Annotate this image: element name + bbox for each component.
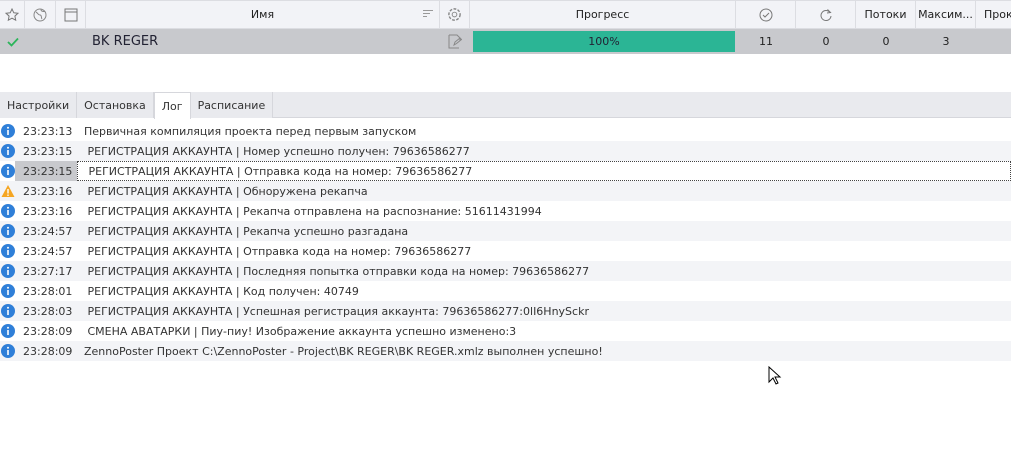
col-extra-label: Прок: [984, 8, 1011, 21]
col-threads-label: Потоки: [864, 8, 907, 21]
progress-label: 100%: [588, 35, 620, 48]
tab-stop[interactable]: Остановка: [77, 92, 154, 118]
star-icon: [5, 7, 19, 21]
check-circle-icon: [759, 8, 772, 21]
log-message: РЕГИСТРАЦИЯ АККАУНТА | Рекапча отправлен…: [84, 204, 542, 218]
log-message: РЕГИСТРАЦИЯ АККАУНТА | Успешная регистра…: [84, 304, 589, 318]
info-icon: [1, 164, 15, 178]
warning-icon: [1, 185, 15, 197]
col-max[interactable]: Максим...: [916, 1, 976, 28]
log-message: РЕГИСТРАЦИЯ АККАУНТА | Отправка кода на …: [77, 161, 1011, 181]
info-icon: [1, 304, 15, 318]
info-icon: [1, 244, 15, 258]
info-icon: [1, 204, 15, 218]
log-entry[interactable]: 23:23:13 Первичная компиляция проекта пер…: [0, 121, 1011, 141]
col-success[interactable]: [736, 1, 796, 28]
log-message: РЕГИСТРАЦИЯ АККАУНТА | Обноружена рекапч…: [84, 184, 368, 198]
mouse-cursor-icon: [768, 366, 782, 385]
info-icon: [1, 284, 15, 298]
retries-count: 0: [822, 35, 830, 48]
log-entry[interactable]: 23:27:17 РЕГИСТРАЦИЯ АККАУНТА | Последня…: [0, 261, 1011, 281]
log-message: РЕГИСТРАЦИЯ АККАУНТА | Код получен: 4074…: [84, 284, 359, 298]
tab-settings[interactable]: Настройки: [0, 92, 78, 118]
log-entry[interactable]: 23:23:16 РЕГИСТРАЦИЯ АККАУНТА | Рекапча …: [0, 201, 1011, 221]
log-entry[interactable]: 23:28:09 СМЕНА АВАТАРКИ | Пиу-пиу! Изобр…: [0, 321, 1011, 341]
progress-bar: 100%: [473, 31, 735, 52]
col-progress[interactable]: Прогресс: [470, 1, 736, 28]
log-time: 23:27:17: [23, 264, 73, 278]
sort-icon[interactable]: [423, 10, 433, 19]
log-time: 23:23:16: [23, 204, 73, 218]
gear-icon: [448, 8, 461, 21]
projects-grid: Имя Прогресс Потоки Максим... Прок BK RE…: [0, 0, 1011, 54]
col-name[interactable]: Имя: [86, 1, 440, 28]
log-time: 23:28:09: [23, 344, 73, 358]
log-time: 23:23:15: [15, 161, 77, 181]
info-icon: [1, 124, 15, 138]
log-time: 23:23:15: [23, 144, 73, 158]
log-entry[interactable]: 23:28:01 РЕГИСТРАЦИЯ АККАУНТА | Код полу…: [0, 281, 1011, 301]
log-message: РЕГИСТРАЦИЯ АККАУНТА | Номер успешно пол…: [84, 144, 470, 158]
log-entry[interactable]: 23:23:16 РЕГИСТРАЦИЯ АККАУНТА | Обноруже…: [0, 181, 1011, 201]
refresh-icon: [820, 8, 832, 21]
log-time: 23:23:13: [23, 124, 73, 138]
col-retries[interactable]: [796, 1, 856, 28]
tab-log[interactable]: Лог: [153, 92, 191, 119]
log-time: 23:28:09: [23, 324, 73, 338]
log-time: 23:23:16: [23, 184, 73, 198]
globe-icon: [33, 8, 47, 21]
col-name-label: Имя: [250, 8, 275, 21]
info-icon: [1, 144, 15, 158]
log-entry[interactable]: 23:23:15 РЕГИСТРАЦИЯ АККАУНТА | Номер ус…: [0, 141, 1011, 161]
log-entry[interactable]: 23:28:09 ZennoPoster Проект C:\ZennoPoste…: [0, 341, 1011, 361]
col-extra[interactable]: Прок: [976, 1, 1011, 28]
log-message: РЕГИСТРАЦИЯ АККАУНТА | Последняя попытка…: [84, 264, 590, 278]
tab-schedule[interactable]: Расписание: [190, 92, 274, 118]
threads-count: 0: [882, 35, 890, 48]
col-threads[interactable]: Потоки: [856, 1, 916, 28]
col-settings[interactable]: [440, 1, 470, 28]
log-entry[interactable]: 23:24:57 РЕГИСТРАЦИЯ АККАУНТА | Отправка…: [0, 241, 1011, 261]
tab-bar: Настройки Остановка Лог Расписание: [0, 92, 1011, 119]
info-icon: [1, 344, 15, 358]
log-list[interactable]: 23:23:13 Первичная компиляция проекта пер…: [0, 121, 1011, 361]
col-globe[interactable]: [25, 1, 56, 28]
log-message: Первичная компиляция проекта перед первы…: [84, 124, 417, 138]
log-message: РЕГИСТРАЦИЯ АККАУНТА | Отправка кода на …: [84, 244, 472, 258]
log-entry[interactable]: 23:23:15 РЕГИСТРАЦИЯ АККАУНТА | Отправка…: [0, 161, 1011, 181]
success-count: 11: [759, 35, 773, 48]
edit-cell[interactable]: [440, 29, 470, 54]
log-time: 23:24:57: [23, 224, 73, 238]
info-icon: [1, 324, 15, 338]
status-cell: [0, 29, 25, 54]
info-icon: [1, 264, 15, 278]
log-message: СМЕНА АВАТАРКИ | Пиу-пиу! Изображение ак…: [84, 324, 517, 338]
col-window[interactable]: [56, 1, 86, 28]
log-time: 23:24:57: [23, 244, 73, 258]
col-max-label: Максим...: [918, 8, 973, 21]
log-entry[interactable]: 23:28:03 РЕГИСТРАЦИЯ АККАУНТА | Успешная…: [0, 301, 1011, 321]
edit-note-icon: [448, 34, 462, 49]
project-name[interactable]: BK REGER: [86, 29, 440, 54]
progress-cell: 100%: [470, 29, 736, 54]
max-count: 3: [942, 35, 950, 48]
log-entry[interactable]: 23:24:57 РЕГИСТРАЦИЯ АККАУНТА | Рекапча …: [0, 221, 1011, 241]
log-message: ZennoPoster Проект C:\ZennoPoster - Proj…: [84, 344, 603, 358]
check-icon: [6, 37, 19, 47]
info-icon: [1, 224, 15, 238]
table-row[interactable]: BK REGER 100% 11 0 0 3: [0, 29, 1011, 54]
window-icon: [64, 8, 77, 21]
log-message: РЕГИСТРАЦИЯ АККАУНТА | Рекапча успешно р…: [84, 224, 409, 238]
col-favorite[interactable]: [0, 1, 25, 28]
log-time: 23:28:01: [23, 284, 73, 298]
log-time: 23:28:03: [23, 304, 73, 318]
col-progress-label: Прогресс: [575, 8, 630, 21]
grid-header: Имя Прогресс Потоки Максим... Прок: [0, 0, 1011, 29]
